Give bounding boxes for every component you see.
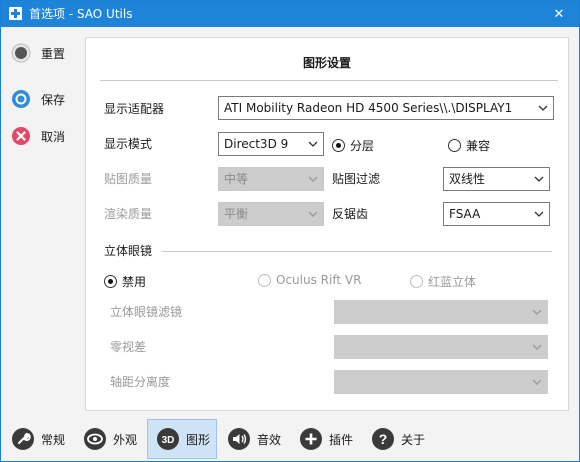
render-quality-label: 渲染质量	[104, 207, 153, 221]
zero-parallax-select	[334, 335, 548, 359]
question-icon: ?	[372, 428, 394, 450]
chevron-down-icon	[532, 309, 542, 315]
cancel-label: 取消	[41, 129, 66, 144]
tab-graphics[interactable]: 3D 图形	[147, 419, 217, 459]
chevron-down-icon	[308, 141, 318, 147]
texture-quality-value: 中等	[224, 172, 249, 186]
adapter-value: ATI Mobility Radeon HD 4500 Series\\.\DI…	[224, 101, 513, 115]
tab-plugins[interactable]: 插件	[291, 419, 361, 459]
app-icon	[9, 7, 22, 20]
wrench-icon	[12, 428, 34, 450]
stereo-group-divider	[162, 251, 552, 252]
reset-label: 重置	[41, 46, 66, 61]
texture-filter-value: 双线性	[449, 172, 486, 186]
stereo-filter-label: 立体眼镜滤镜	[110, 305, 183, 319]
adapter-select[interactable]: ATI Mobility Radeon HD 4500 Series\\.\DI…	[218, 96, 554, 120]
tab-graphics-label: 图形	[186, 432, 211, 447]
tab-about[interactable]: ? 关于	[363, 419, 433, 459]
radio-selected-icon	[332, 139, 345, 152]
stereo-group-label: 立体眼镜	[104, 244, 153, 258]
title-divider	[100, 80, 558, 81]
axis-distance-select	[334, 370, 548, 394]
texture-quality-select: 中等	[218, 167, 324, 191]
render-quality-select: 平衡	[218, 202, 324, 226]
chevron-down-icon	[308, 176, 318, 182]
stereo-anaglyph-radio: 红蓝立体	[410, 273, 476, 290]
anti-alias-label: 反锯齿	[332, 207, 369, 221]
adapter-label: 显示适配器	[104, 102, 165, 116]
3d-icon-text: 3D	[162, 435, 175, 446]
category-tab-bar: 常规 外观 3D 图形 音效 插件 ? 关于	[1, 419, 579, 461]
chevron-down-icon	[534, 211, 544, 217]
preferences-window: 首选项 - SAO Utils ✕ 重置 保存 取消 图形设置 显示适配器 AT…	[0, 0, 580, 462]
save-ring-icon	[12, 90, 30, 108]
speaker-icon	[228, 428, 250, 450]
texture-filter-label: 贴图过滤	[332, 172, 381, 186]
anti-alias-select[interactable]: FSAA	[443, 202, 550, 226]
radio-unselected-icon	[410, 275, 423, 288]
radio-unselected-icon	[448, 139, 461, 152]
question-icon-text: ?	[379, 431, 388, 447]
radio-unselected-icon	[258, 273, 271, 287]
graphics-settings-panel: 图形设置 显示适配器 ATI Mobility Radeon HD 4500 S…	[85, 37, 569, 411]
window-title: 首选项 - SAO Utils	[29, 7, 133, 21]
3d-icon: 3D	[157, 428, 179, 450]
save-label: 保存	[41, 92, 66, 107]
reset-circle-icon	[11, 43, 31, 63]
render-quality-value: 平衡	[224, 207, 249, 221]
axis-distance-label: 轴距分离度	[110, 375, 171, 389]
stereo-disable-label: 禁用	[122, 275, 147, 289]
tab-general[interactable]: 常规	[3, 419, 73, 459]
plus-icon	[300, 428, 322, 450]
layered-radio-label: 分层	[350, 139, 375, 153]
cancel-button[interactable]: 取消	[11, 125, 65, 147]
reset-button[interactable]: 重置	[11, 42, 65, 64]
tab-appearance[interactable]: 外观	[75, 419, 145, 459]
stereo-disable-radio[interactable]: 禁用	[104, 273, 146, 290]
chevron-down-icon	[532, 379, 542, 385]
panel-title: 图形设置	[302, 56, 351, 70]
display-mode-value: Direct3D 9	[224, 137, 289, 151]
tab-plugins-label: 插件	[329, 432, 354, 447]
close-icon: ✕	[553, 6, 565, 22]
tab-appearance-label: 外观	[113, 432, 138, 447]
stereo-filter-select	[334, 300, 548, 324]
anti-alias-value: FSAA	[449, 207, 481, 221]
chevron-down-icon	[534, 176, 544, 182]
compat-radio-label: 兼容	[466, 139, 491, 153]
cancel-x-icon	[12, 127, 30, 145]
stereo-anaglyph-label: 红蓝立体	[428, 275, 477, 289]
chevron-down-icon	[308, 211, 318, 217]
eye-icon	[84, 428, 106, 450]
tab-general-label: 常规	[41, 432, 66, 447]
texture-filter-select[interactable]: 双线性	[443, 167, 550, 191]
display-mode-select[interactable]: Direct3D 9	[218, 132, 324, 156]
stereo-oculus-label: Oculus Rift VR	[276, 273, 362, 287]
chevron-down-icon	[538, 105, 548, 111]
close-button[interactable]: ✕	[539, 1, 579, 27]
save-button[interactable]: 保存	[11, 88, 65, 110]
tab-sound[interactable]: 音效	[219, 419, 289, 459]
tab-about-label: 关于	[401, 432, 426, 447]
compat-radio[interactable]: 兼容	[448, 137, 490, 154]
title-bar: 首选项 - SAO Utils ✕	[1, 1, 579, 27]
chevron-down-icon	[532, 344, 542, 350]
tab-sound-label: 音效	[257, 432, 282, 447]
stereo-oculus-radio: Oculus Rift VR	[258, 273, 361, 287]
zero-parallax-label: 零视差	[110, 340, 147, 354]
layered-radio[interactable]: 分层	[332, 137, 374, 154]
display-mode-label: 显示模式	[104, 137, 153, 151]
radio-selected-icon	[104, 275, 117, 288]
texture-quality-label: 贴图质量	[104, 172, 153, 186]
